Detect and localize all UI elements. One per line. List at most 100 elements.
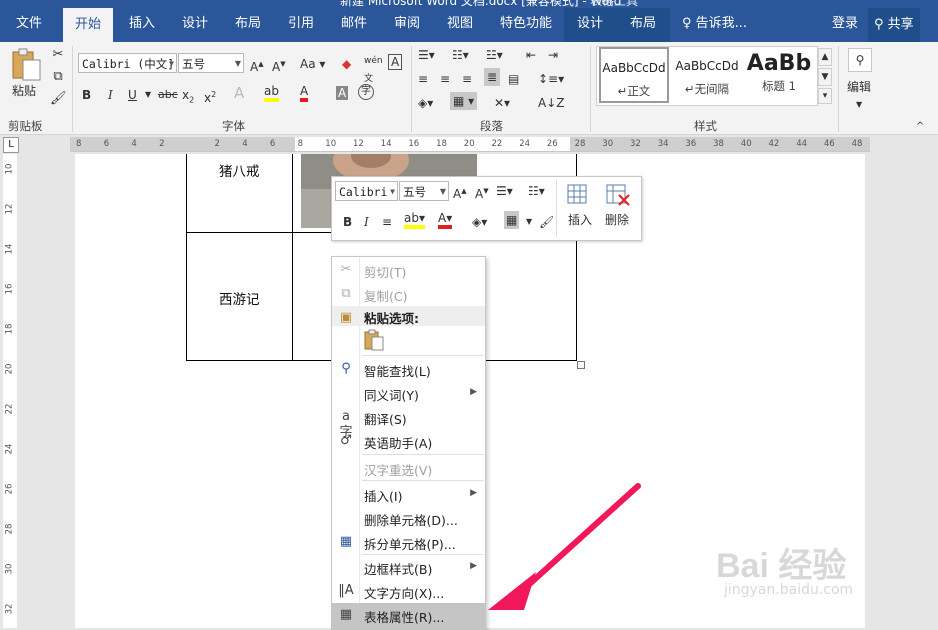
mini-size-combo[interactable]: 五号 ▼ (399, 181, 449, 201)
sort-icon[interactable]: A↓Z (538, 94, 564, 112)
paste-button[interactable]: 粘贴 (12, 82, 36, 100)
underline-dropdown-icon[interactable]: ▼ (145, 86, 151, 104)
grow-font-icon[interactable]: A▲ (250, 55, 264, 76)
menu-item-translate[interactable]: a字 翻译(S) (332, 405, 485, 440)
style-no-spacing[interactable]: AaBbCcDd ↵无间隔 (671, 47, 743, 103)
clear-formatting-icon[interactable]: ◆ (342, 55, 351, 73)
tab-table-layout[interactable]: 布局 (630, 12, 656, 31)
line-spacing-icon[interactable]: ↕≡▾ (538, 70, 564, 88)
tell-me-box[interactable]: ♀ 告诉我... (682, 12, 747, 31)
mini-bold-button[interactable]: B (343, 213, 352, 231)
align-center-icon[interactable]: ≡ (440, 70, 450, 88)
chinese-layout-icon[interactable]: ✕▾ (494, 94, 510, 112)
tab-special-features[interactable]: 特色功能 (500, 12, 552, 31)
styles-scroll-down-icon[interactable]: ▼ (818, 68, 832, 86)
shading-icon[interactable]: ◈▾ (418, 94, 433, 112)
menu-item-border-styles[interactable]: 边框样式(B) ▶ (332, 555, 485, 579)
italic-button[interactable]: I (108, 86, 113, 104)
mini-delete-button[interactable]: 删除 (605, 211, 629, 229)
change-case-icon[interactable]: Aa ▾ (300, 55, 325, 73)
character-border-icon[interactable]: A (388, 54, 403, 70)
tab-design[interactable]: 设计 (182, 12, 208, 31)
collapse-ribbon-icon[interactable]: ^ (916, 118, 924, 136)
paste-keep-formatting-icon[interactable] (364, 329, 384, 351)
justify-icon[interactable]: ≣ (484, 68, 501, 86)
tab-references[interactable]: 引用 (288, 12, 314, 31)
highlight-color-icon[interactable]: ab (264, 84, 279, 102)
chevron-down-icon[interactable]: ▼ (440, 182, 446, 202)
tab-table-design[interactable]: 设计 (577, 12, 603, 31)
borders-icon[interactable]: ▦ ▾ (450, 92, 478, 110)
chevron-down-icon[interactable]: ▼ (856, 96, 862, 114)
enclose-characters-icon[interactable]: 字 (358, 84, 374, 100)
bullets-icon[interactable]: ☰▾ (418, 46, 435, 64)
shrink-font-icon[interactable]: A▼ (272, 55, 286, 76)
tab-file[interactable]: 文件 (16, 12, 42, 31)
menu-item-english-assistant[interactable]: ♂ 英语助手(A) (332, 429, 485, 453)
menu-item-smart-lookup[interactable]: ⚲ 智能查找(L) (332, 357, 485, 381)
menu-item-copy[interactable]: ⧉ 复制(C) (332, 282, 485, 306)
table-resize-handle[interactable] (577, 361, 585, 369)
align-center-icon[interactable]: ≡ (382, 213, 392, 231)
horizontal-ruler[interactable]: 8 6 4 2 2 4 6 8 10 12 14 16 18 20 22 24 26 28 30 32 34 36 38 40… (70, 137, 870, 152)
insert-table-icon[interactable] (566, 183, 592, 207)
align-left-icon[interactable]: ≡ (418, 70, 428, 88)
decrease-indent-icon[interactable]: ⇤ (526, 46, 536, 64)
menu-item-reconvert[interactable]: 汉字重选(V) (332, 456, 485, 480)
chevron-down-icon[interactable]: ▼ (169, 54, 174, 74)
phonetic-guide-icon[interactable]: wén 文 (364, 52, 383, 88)
menu-item-table-properties[interactable]: ▦ 表格属性(R)... (332, 603, 485, 629)
tab-layout[interactable]: 布局 (235, 12, 261, 31)
numbering-icon[interactable]: ☷▾ (452, 46, 469, 64)
distributed-icon[interactable]: ▤ (508, 70, 519, 88)
character-shading-icon[interactable]: A (336, 86, 349, 100)
increase-indent-icon[interactable]: ⇥ (548, 46, 558, 64)
font-name-combo[interactable]: Calibri (中文] ▼ (78, 53, 177, 73)
styles-more-icon[interactable]: ▾ (818, 88, 832, 104)
sign-in-link[interactable]: 登录 (832, 12, 858, 31)
menu-item-text-direction[interactable]: ‖A 文字方向(X)... (332, 579, 485, 603)
chevron-down-icon[interactable]: ▼ (235, 54, 241, 74)
mini-font-combo[interactable]: Calibri ▼ (335, 181, 398, 201)
chevron-down-icon[interactable]: ▼ (526, 213, 532, 231)
tab-view[interactable]: 视图 (447, 12, 473, 31)
bold-button[interactable]: B (82, 86, 91, 104)
tab-review[interactable]: 审阅 (394, 12, 420, 31)
paste-icon[interactable] (10, 48, 42, 82)
font-color-icon[interactable]: A (300, 84, 309, 102)
chevron-down-icon[interactable]: ▼ (390, 182, 395, 202)
style-normal[interactable]: AaBbCcDd ↵正文 (599, 47, 669, 103)
font-color-icon[interactable]: A▾ (438, 211, 453, 229)
tab-selector-icon[interactable]: L (3, 137, 19, 153)
mini-insert-button[interactable]: 插入 (568, 211, 592, 229)
table-cell-text[interactable]: 猪八戒 (219, 160, 260, 180)
format-painter-icon[interactable]: 🖌 (50, 90, 67, 108)
search-icon[interactable]: ⚲ (848, 48, 872, 72)
shrink-font-icon[interactable]: A▼ (475, 182, 489, 203)
font-size-combo[interactable]: 五号 ▼ (178, 53, 244, 73)
styles-scroll-up-icon[interactable]: ▲ (818, 48, 832, 66)
numbering-icon[interactable]: ☷▾ (528, 182, 545, 200)
table-cell-text[interactable]: 西游记 (219, 288, 260, 308)
text-effects-icon[interactable]: A (234, 84, 244, 102)
align-right-icon[interactable]: ≡ (462, 70, 472, 88)
menu-item-cut[interactable]: ✂ 剪切(T) (332, 258, 485, 282)
grow-font-icon[interactable]: A▲ (453, 182, 467, 203)
menu-item-synonyms[interactable]: 同义词(Y) ▶ (332, 381, 485, 405)
copy-icon[interactable]: ⧉ (50, 68, 66, 86)
underline-button[interactable]: U (128, 86, 137, 104)
menu-item-delete-cells[interactable]: 删除单元格(D)... (332, 506, 485, 530)
superscript-icon[interactable]: x2 (204, 86, 216, 107)
bullets-icon[interactable]: ☰▾ (496, 182, 513, 200)
tab-home[interactable]: 开始 (63, 8, 114, 42)
tab-insert[interactable]: 插入 (129, 12, 155, 31)
shading-icon[interactable]: ◈▾ (472, 213, 487, 231)
strikethrough-icon[interactable]: abc (158, 86, 178, 104)
borders-icon[interactable]: ▦ (504, 211, 520, 229)
multilevel-list-icon[interactable]: ☳▾ (486, 46, 503, 64)
highlight-color-icon[interactable]: ab▾ (404, 211, 425, 229)
vertical-ruler[interactable]: 10 12 14 16 18 20 22 24 26 28 30 32 (3, 154, 17, 628)
cut-icon[interactable]: ✂ (50, 46, 66, 64)
share-button[interactable]: ⚲ 共享 (868, 8, 920, 42)
delete-table-icon[interactable] (605, 183, 633, 207)
